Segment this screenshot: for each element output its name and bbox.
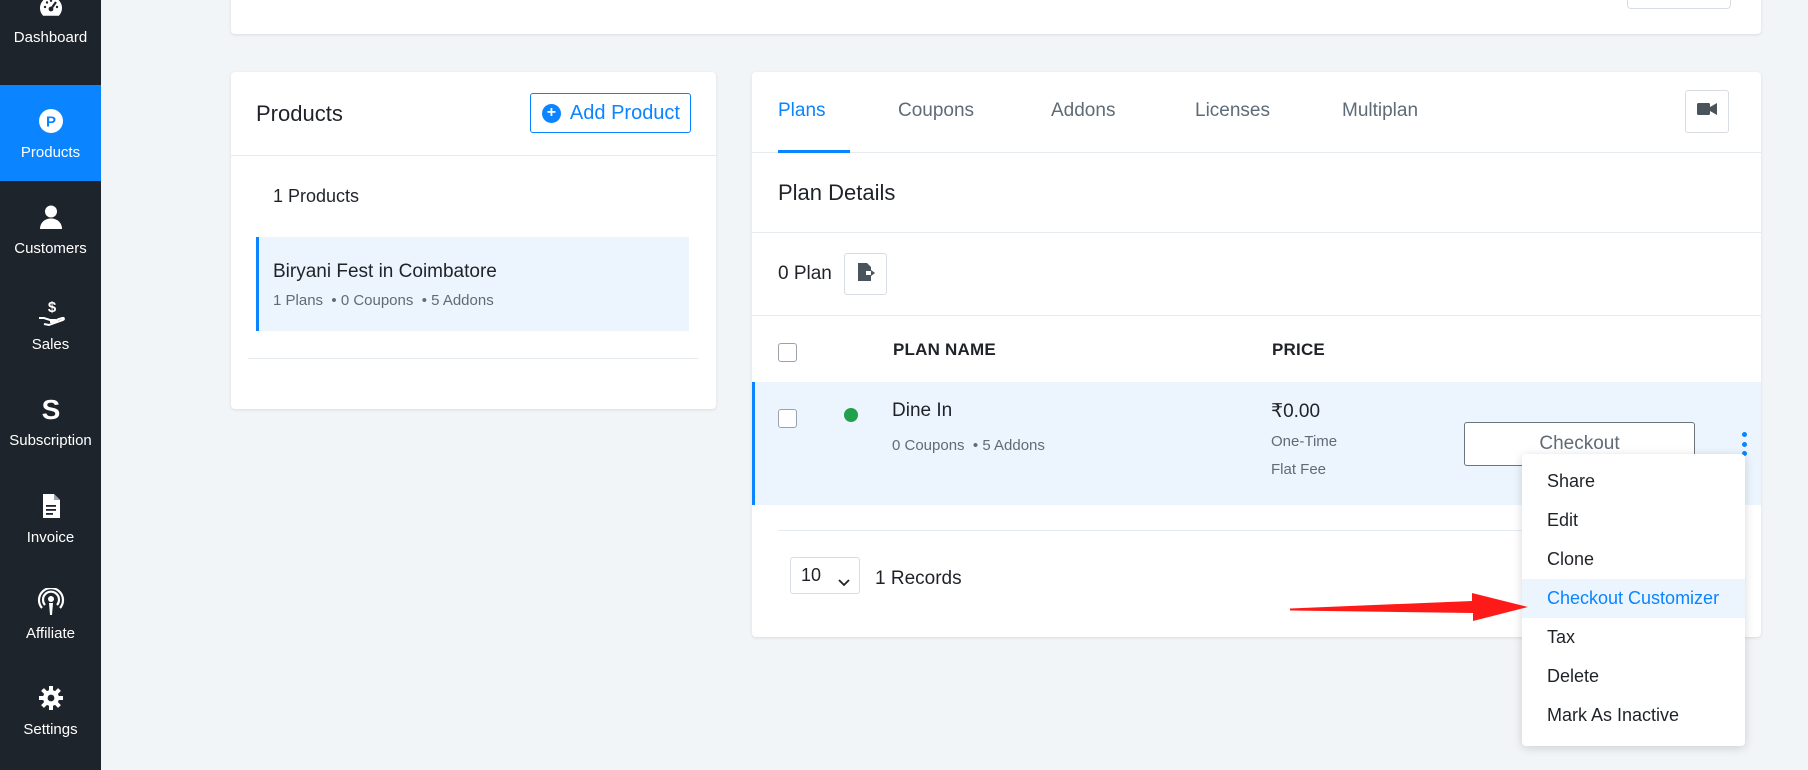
sidebar: Dashboard P Products Customers $ Sales S…: [0, 0, 101, 770]
page-size-select[interactable]: 10: [790, 557, 860, 594]
divider: [248, 358, 698, 359]
sidebar-item-label: Settings: [23, 720, 78, 738]
chevron-down-icon: [838, 571, 850, 592]
product-addons-count: 5 Addons: [431, 292, 494, 309]
plan-meta: 0 Coupons • 5 Addons: [892, 437, 1045, 454]
sidebar-item-subscription[interactable]: S Subscription: [0, 373, 101, 469]
sidebar-item-settings[interactable]: Settings: [0, 662, 101, 758]
top-card-button[interactable]: [1627, 0, 1731, 9]
column-header-price: PRICE: [1272, 340, 1325, 359]
divider: [752, 232, 1761, 233]
products-panel: Products + Add Product 1 Products Biryan…: [231, 72, 716, 409]
products-header: Products + Add Product: [231, 72, 716, 156]
annotation-arrow-icon: [1290, 593, 1528, 621]
plus-circle-icon: +: [541, 103, 561, 123]
add-product-label: Add Product: [569, 101, 680, 124]
tab-plans[interactable]: Plans: [778, 72, 850, 153]
plan-price: ₹0.00: [1271, 401, 1321, 422]
sidebar-item-label: Invoice: [26, 528, 75, 546]
select-all-checkbox[interactable]: [778, 343, 797, 362]
sidebar-item-invoice[interactable]: Invoice: [0, 470, 101, 566]
top-card: [231, 0, 1761, 34]
sidebar-item-sales[interactable]: $ Sales: [0, 277, 101, 373]
tab-licenses[interactable]: Licenses: [1195, 72, 1270, 153]
plan-fee-type: Flat Fee: [1271, 461, 1327, 478]
sidebar-item-label: Affiliate: [26, 624, 75, 642]
menu-item-share[interactable]: Share: [1522, 462, 1745, 501]
sidebar-item-label: Products: [20, 143, 81, 161]
file-export-icon: [857, 262, 875, 287]
export-button[interactable]: [844, 253, 887, 295]
plan-billing-type: One-Time: [1271, 433, 1338, 450]
plan-coupons-count: 0 Coupons: [892, 437, 965, 454]
product-meta: 1 Plans • 0 Coupons • 5 Addons: [273, 292, 494, 309]
menu-item-clone[interactable]: Clone: [1522, 540, 1745, 579]
column-header-plan-name: PLAN NAME: [893, 340, 996, 359]
divider: [752, 315, 1761, 316]
svg-text:S: S: [41, 395, 60, 423]
row-actions-menu: Share Edit Clone Checkout Customizer Tax…: [1522, 454, 1745, 746]
row-checkbox[interactable]: [778, 409, 797, 428]
broadcast-icon: [36, 587, 66, 617]
gauge-icon: [36, 0, 66, 21]
plan-details-title: Plan Details: [778, 180, 896, 205]
plan-count: 0 Plan: [778, 263, 832, 284]
product-plans-count: 1 Plans: [273, 292, 324, 309]
tab-multiplan[interactable]: Multiplan: [1342, 72, 1418, 153]
plan-addons-count: 5 Addons: [982, 437, 1045, 454]
menu-item-edit[interactable]: Edit: [1522, 501, 1745, 540]
sidebar-item-label: Sales: [31, 335, 70, 353]
add-product-button[interactable]: + Add Product: [529, 93, 691, 133]
video-camera-icon: [1697, 102, 1717, 121]
more-options-icon[interactable]: [1740, 432, 1748, 456]
sidebar-item-dashboard[interactable]: Dashboard: [0, 0, 101, 66]
sidebar-item-label: Customers: [14, 239, 87, 257]
hand-dollar-icon: $: [36, 298, 66, 328]
product-list-item[interactable]: Biryani Fest in Coimbatore 1 Plans • 0 C…: [256, 237, 689, 331]
sidebar-item-affiliate[interactable]: Affiliate: [0, 566, 101, 662]
status-dot: [844, 408, 858, 422]
sidebar-item-customers[interactable]: Customers: [0, 181, 101, 277]
s-letter-icon: S: [36, 394, 66, 424]
records-count: 1 Records: [875, 568, 962, 589]
video-button[interactable]: [1685, 90, 1729, 133]
svg-text:$: $: [47, 299, 56, 316]
plan-name: Dine In: [892, 400, 953, 421]
page-size-value: 10: [801, 565, 822, 585]
product-coupons-count: 0 Coupons: [340, 292, 414, 309]
menu-item-delete[interactable]: Delete: [1522, 657, 1745, 696]
products-title: Products: [256, 101, 343, 126]
user-icon: [36, 202, 66, 232]
menu-item-tax[interactable]: Tax: [1522, 618, 1745, 657]
svg-text:P: P: [45, 113, 55, 130]
gear-icon: [36, 683, 66, 713]
menu-item-checkout-customizer[interactable]: Checkout Customizer: [1522, 579, 1745, 618]
p-circle-icon: P: [36, 106, 66, 136]
products-count: 1 Products: [273, 186, 360, 206]
sidebar-item-label: Dashboard: [13, 28, 88, 46]
document-icon: [36, 491, 66, 521]
menu-item-mark-inactive[interactable]: Mark As Inactive: [1522, 696, 1745, 735]
tab-addons[interactable]: Addons: [1051, 72, 1115, 153]
sidebar-item-label: Subscription: [9, 431, 92, 449]
plans-tabs: Plans Coupons Addons Licenses Multiplan: [752, 72, 1761, 153]
tab-coupons[interactable]: Coupons: [898, 72, 974, 153]
product-name: Biryani Fest in Coimbatore: [273, 261, 497, 282]
sidebar-item-products[interactable]: P Products: [0, 85, 101, 181]
